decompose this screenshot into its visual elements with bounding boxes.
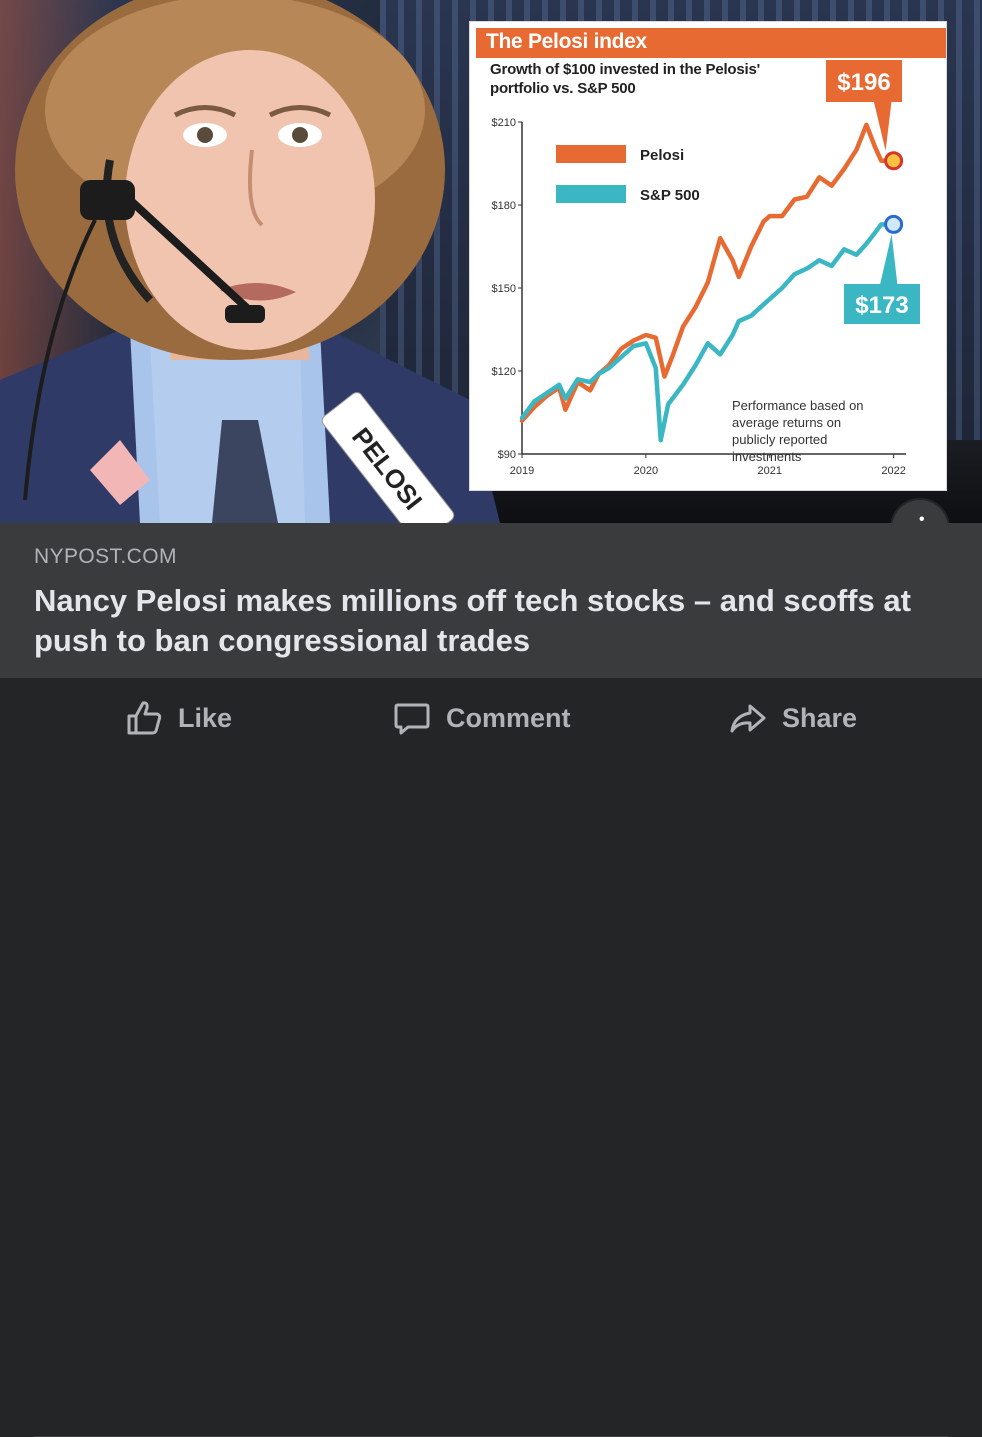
x-tick-label: 2019 [510,465,534,477]
chart-note: average returns on [732,415,841,430]
legend-label: S&P 500 [640,187,700,204]
y-tick-label: $90 [498,449,516,461]
y-tick-label: $120 [492,366,516,378]
legend-swatch [556,185,626,203]
chart-plot: $90 $120 $150 $180 $210 2019 2020 2021 2022 Pelos… [492,60,920,477]
share-label: Share [782,702,858,733]
link-domain: NYPOST.COM [34,545,177,568]
x-tick-label: 2020 [634,465,658,477]
callout-pelosi-value: $196 [837,69,890,96]
chart-note: investments [732,449,802,464]
chart-note: Performance based on [732,398,864,413]
share-arrow-icon [730,704,766,733]
y-tick-label: $150 [492,283,516,295]
y-tick-label: $180 [492,200,516,212]
link-image[interactable]: PELOSI The Pelosi index Growth of $100 i… [0,0,982,523]
comment-bubble-icon [394,703,430,735]
comment-label: Comment [446,702,571,733]
callout-sp500-value: $173 [855,292,908,319]
x-tick-label: 2021 [757,465,781,477]
x-tick-label: 2022 [881,465,905,477]
callout-pointer [879,234,898,287]
like-button[interactable]: Like [124,678,232,758]
link-preview-card[interactable]: PELOSI The Pelosi index Growth of $100 i… [0,0,982,1437]
comment-button[interactable]: Comment [392,678,571,758]
series-line-pelosi [519,122,896,424]
link-headline[interactable]: Nancy Pelosi makes millions off tech sto… [34,581,914,661]
post-action-bar: Like Comment Share [0,678,982,1437]
share-button[interactable]: Share [728,678,857,758]
legend-swatch [556,145,626,163]
link-caption[interactable]: NYPOST.COM Nancy Pelosi makes millions o… [0,523,982,678]
legend-label: Pelosi [640,147,684,164]
y-tick-label: $210 [492,117,516,129]
series-end-point [884,151,904,171]
thumbs-up-icon [127,701,162,735]
like-label: Like [178,702,233,733]
pelosi-index-chart: The Pelosi index Growth of $100 invested… [470,22,946,490]
series-end-point [884,214,904,234]
chart-note: publicly reported [732,432,827,447]
person-photo: PELOSI [0,0,500,523]
callout-pointer [873,100,892,151]
